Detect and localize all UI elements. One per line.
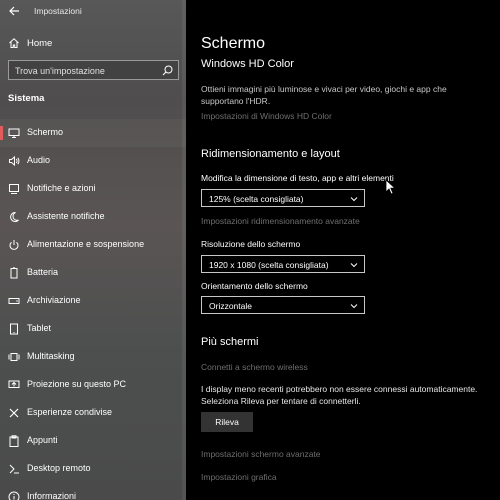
hdr-description: Ottieni immagini più luminose e vivaci p… — [201, 84, 447, 106]
sidebar-item-informazioni[interactable]: Informazioni — [0, 483, 186, 500]
resolution-label: Risoluzione dello schermo — [201, 239, 301, 249]
sidebar-item-desktop-remoto[interactable]: Desktop remoto — [0, 455, 186, 483]
home-icon — [8, 37, 20, 49]
clipboard-icon — [8, 435, 20, 447]
sidebar-item-label: Appunti — [27, 435, 58, 445]
sidebar: Impostazioni Home Trova un'impostazione … — [0, 0, 186, 500]
sidebar-item-label: Informazioni — [27, 491, 77, 500]
storage-icon — [8, 295, 20, 307]
info-icon — [8, 491, 20, 500]
speaker-icon — [8, 155, 20, 167]
search-icon[interactable] — [162, 65, 173, 76]
detect-button[interactable]: Rileva — [201, 412, 253, 432]
sidebar-item-label: Batteria — [27, 267, 59, 277]
sidebar-item-multitasking[interactable]: Multitasking — [0, 343, 186, 371]
notifications-icon — [8, 183, 20, 195]
sidebar-item-label: Proiezione su questo PC — [27, 379, 127, 389]
monitor-icon — [8, 127, 20, 139]
sidebar-item-label: Esperienze condivise — [27, 407, 113, 417]
advanced-scaling-link[interactable]: Impostazioni ridimensionamento avanzate — [201, 216, 360, 226]
sidebar-item-archiviazione[interactable]: Archiviazione — [0, 287, 186, 315]
search-input[interactable]: Trova un'impostazione — [8, 60, 179, 80]
sidebar-item-tablet[interactable]: Tablet — [0, 315, 186, 343]
scale-value: 125% (scelta consigliata) — [209, 194, 304, 204]
hdr-title: Windows HD Color — [201, 58, 294, 70]
power-icon — [8, 239, 20, 251]
shared-experiences-icon — [8, 407, 20, 419]
back-arrow-icon — [9, 6, 19, 16]
multi-display-description: I display meno recenti potrebbero non es… — [201, 384, 478, 406]
sidebar-item-label: Schermo — [27, 127, 64, 137]
scale-dropdown[interactable]: 125% (scelta consigliata) — [201, 189, 365, 207]
back-button[interactable] — [6, 3, 22, 19]
sidebar-item-label: Audio — [27, 155, 51, 165]
moon-icon — [8, 211, 20, 223]
mouse-cursor-icon — [385, 179, 396, 195]
main-content: Schermo Windows HD Color Ottieni immagin… — [186, 0, 500, 500]
sidebar-item-alimentazione[interactable]: Alimentazione e sospensione — [0, 231, 186, 259]
wireless-display-link[interactable]: Connetti a schermo wireless — [201, 362, 308, 372]
sidebar-nav: Schermo Audio Notifiche e azioni Assiste… — [0, 119, 186, 500]
window-title: Impostazioni — [34, 6, 82, 16]
sidebar-item-label: Archiviazione — [27, 295, 81, 305]
sidebar-item-notifiche[interactable]: Notifiche e azioni — [0, 175, 186, 203]
orientation-value: Orizzontale — [209, 301, 252, 311]
multitasking-icon — [8, 351, 20, 363]
advanced-display-link[interactable]: Impostazioni schermo avanzate — [201, 449, 321, 459]
tablet-icon — [8, 323, 20, 335]
sidebar-item-appunti[interactable]: Appunti — [0, 427, 186, 455]
size-label: Modifica la dimensione di testo, app e a… — [201, 173, 394, 183]
orientation-label: Orientamento dello schermo — [201, 281, 308, 291]
scale-layout-title: Ridimensionamento e layout — [201, 148, 340, 160]
resolution-value: 1920 x 1080 (scelta consigliata) — [209, 260, 329, 270]
resolution-dropdown[interactable]: 1920 x 1080 (scelta consigliata) — [201, 255, 365, 273]
page-title: Schermo — [201, 35, 266, 52]
sidebar-item-esperienze-condivise[interactable]: Esperienze condivise — [0, 399, 186, 427]
title-bar: Impostazioni — [0, 0, 186, 22]
section-header: Sistema — [8, 93, 45, 104]
chevron-down-icon — [350, 261, 358, 269]
sidebar-item-assistente-notifiche[interactable]: Assistente notifiche — [0, 203, 186, 231]
sidebar-item-label: Assistente notifiche — [27, 211, 105, 221]
orientation-dropdown[interactable]: Orizzontale — [201, 296, 365, 314]
sidebar-item-label: Alimentazione e sospensione — [27, 239, 145, 249]
sidebar-item-label: Notifiche e azioni — [27, 183, 96, 193]
hdr-settings-link[interactable]: Impostazioni di Windows HD Color — [201, 111, 332, 121]
sidebar-item-label: Desktop remoto — [27, 463, 91, 473]
home-link[interactable]: Home — [0, 33, 186, 53]
chevron-down-icon — [350, 302, 358, 310]
sidebar-item-proiezione[interactable]: Proiezione su questo PC — [0, 371, 186, 399]
sidebar-item-label: Multitasking — [27, 351, 75, 361]
sidebar-item-label: Tablet — [27, 323, 52, 333]
projection-icon — [8, 379, 20, 391]
search-placeholder: Trova un'impostazione — [15, 66, 105, 76]
sidebar-item-audio[interactable]: Audio — [0, 147, 186, 175]
graphics-settings-link[interactable]: Impostazioni grafica — [201, 472, 277, 482]
sidebar-item-batteria[interactable]: Batteria — [0, 259, 186, 287]
battery-icon — [8, 267, 20, 279]
sidebar-item-schermo[interactable]: Schermo — [0, 119, 186, 147]
home-label: Home — [27, 38, 53, 49]
chevron-down-icon — [350, 195, 358, 203]
remote-desktop-icon — [8, 463, 20, 475]
multi-display-title: Più schermi — [201, 336, 259, 348]
